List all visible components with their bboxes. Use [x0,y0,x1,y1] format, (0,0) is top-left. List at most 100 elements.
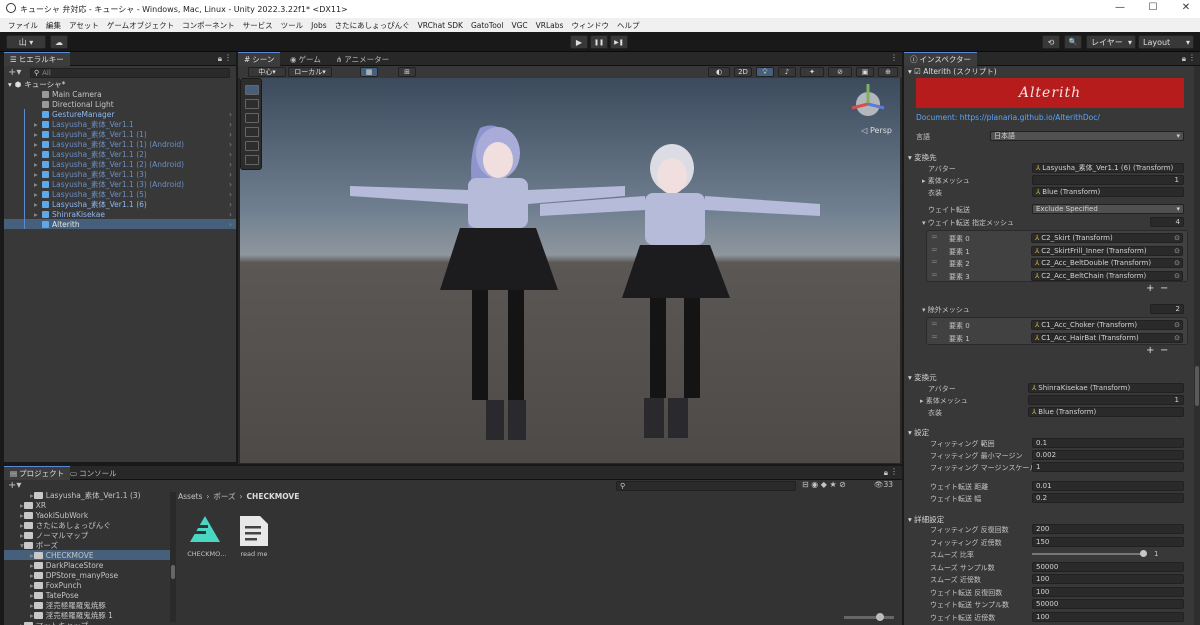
exclude-mesh-list-label[interactable]: ▾ 除外メッシュ [922,305,970,315]
project-folder-row[interactable]: ▸ DarkPlaceStore [4,560,170,570]
menu-item[interactable]: サービス [243,20,273,31]
breadcrumb-checkmove[interactable]: CHECKMOVE [247,492,300,501]
menu-item[interactable]: VGC [511,21,527,30]
toggle-2d-button[interactable]: 2D [734,67,752,77]
numeric-input[interactable]: 200 [1032,524,1184,534]
menu-item[interactable]: VRChat SDK [418,21,463,30]
tab-project[interactable]: ▤ プロジェクト [4,466,71,480]
pivot-dropdown[interactable]: 中心 ▾ [248,67,286,77]
weight-transfer-dropdown[interactable]: Exclude Specified ▾ [1032,204,1184,214]
hierarchy-row[interactable]: ▸ Lasyusha_素体_Ver1.1 (2) › [4,149,236,159]
close-button[interactable]: ✕ [1176,2,1196,13]
dest-body-count[interactable]: 1 [1032,175,1184,185]
chevron-right-icon[interactable]: › [229,140,232,149]
chevron-right-icon[interactable]: › [229,130,232,139]
chevron-right-icon[interactable]: › [229,120,232,129]
project-folder-row[interactable]: ▸ さたにあしょっぴんぐ [4,520,170,530]
project-folder-row[interactable]: ▸ ノーマルマップ [4,530,170,540]
chevron-right-icon[interactable]: › [229,150,232,159]
lock-icon[interactable]: 🔒︎ [1182,54,1186,64]
pause-button[interactable]: ❚❚ [590,35,608,49]
create-button[interactable]: +▾ [8,67,21,78]
dest-clothes-field[interactable]: ⅄ Blue (Transform) [1032,187,1184,197]
transform-tool-icon[interactable] [245,155,259,165]
menu-item[interactable]: Jobs [311,21,326,30]
element-object-field[interactable]: ⅄ C2_Acc_BeltDouble (Transform) ⊙ [1031,258,1183,268]
language-dropdown[interactable]: 日本語 ▾ [990,131,1184,141]
exclude-mesh-count[interactable]: 2 [1150,304,1184,314]
dest-body-label[interactable]: ▸ 素体メッシュ [922,176,970,186]
numeric-input[interactable]: 100 [1032,611,1184,622]
maximize-button[interactable]: ☐ [1143,2,1163,13]
menu-item[interactable]: ヘルプ [617,20,640,31]
object-picker-icon[interactable]: ⊙ [1174,247,1180,255]
menu-kebab-icon[interactable]: ⋮ [890,53,898,62]
menu-kebab-icon[interactable]: ⋮ [224,53,232,62]
project-folder-row[interactable]: ▸ XR [4,500,170,510]
tab-scene[interactable]: # シーン [238,52,281,66]
effects-dropdown[interactable]: ✦ [800,67,824,77]
numeric-input[interactable]: 100 [1032,586,1184,597]
list-element-row[interactable]: = 要素 2 ⅄ C2_Acc_BeltDouble (Transform) ⊙ [927,257,1189,269]
menu-item[interactable]: VRLabs [536,21,564,30]
hierarchy-row[interactable]: ▸ Lasyusha_素体_Ver1.1 (1) (Android) › [4,139,236,149]
camera-dropdown[interactable]: ▣ [856,67,874,77]
src-body-count[interactable]: 1 [1028,395,1184,405]
space-dropdown[interactable]: ローカル ▾ [288,67,332,77]
numeric-input[interactable]: 100 [1032,574,1184,584]
lock-icon[interactable]: 🔒︎ [884,468,888,478]
project-folder-row[interactable]: ▸ 淫売極羅羅鬼焼豚 [4,600,170,610]
draw-mode-button[interactable]: ◐ [708,67,730,77]
tab-animator[interactable]: ⋔ アニメーター [330,52,395,66]
numeric-input[interactable]: 50000 [1032,561,1184,572]
chevron-right-icon[interactable]: ▸ [34,180,38,189]
filter-icons[interactable]: ⊟ ◉ ◆ ★ ⊘ [802,480,846,489]
chevron-right-icon[interactable]: › [229,170,232,179]
rotate-tool-icon[interactable] [245,113,259,123]
chevron-right-icon[interactable]: › [229,110,232,119]
hierarchy-row[interactable]: ▸ Lasyusha_素体_Ver1.1 (6) › [4,199,236,209]
projection-label[interactable]: ◁ Persp [861,126,892,135]
object-picker-icon[interactable]: ⊙ [1174,321,1180,329]
chevron-right-icon[interactable]: ▸ [34,140,38,149]
project-folder-row[interactable]: ▸ 淫売極羅羅鬼焼豚 1 [4,610,170,620]
orientation-gizmo[interactable] [851,84,885,116]
src-clothes-field[interactable]: ⅄ Blue (Transform) [1028,407,1184,417]
lock-icon[interactable]: 🔒︎ [218,54,222,64]
menu-kebab-icon[interactable]: ⋮ [1188,53,1196,62]
project-folder-row[interactable]: ▾ ポーズ [4,540,170,550]
chevron-right-icon[interactable]: › [229,200,232,209]
menu-item[interactable]: アセット [69,20,99,31]
hierarchy-row[interactable]: ▸ Lasyusha_素体_Ver1.1 › [4,119,236,129]
menu-item[interactable]: GatoTool [471,21,504,30]
list-element-row[interactable]: = 要素 0 ⅄ C1_Acc_Choker (Transform) ⊙ [927,319,1189,331]
menu-item[interactable]: コンポーネント [182,20,235,31]
tab-console[interactable]: ▭ コンソール [64,466,123,480]
element-object-field[interactable]: ⅄ C2_Acc_BeltChain (Transform) ⊙ [1031,270,1183,281]
chevron-right-icon[interactable]: › [229,160,232,169]
increment-snap-button[interactable]: ⊞ [398,67,416,77]
object-picker-icon[interactable]: ⊙ [1174,234,1180,242]
minimize-button[interactable]: — [1110,2,1130,13]
lighting-toggle[interactable]: 💡︎ [756,67,774,77]
remove-element-button[interactable]: − [1160,283,1168,294]
src-body-label[interactable]: ▸ 素体メッシュ [920,396,968,406]
scale-tool-icon[interactable] [245,127,259,137]
inspector-scrollbar[interactable] [1194,66,1200,625]
hierarchy-row[interactable]: Main Camera [4,89,236,99]
visibility-toggle[interactable]: ⊘ [828,67,852,77]
advanced-section-header[interactable]: ▾ 詳細設定 [908,514,944,525]
dest-avatar-field[interactable]: ⅄ Lasyusha_素体_Ver1.1 (6) (Transform) [1032,163,1184,173]
hierarchy-row[interactable]: GestureManager › [4,109,236,119]
object-picker-icon[interactable]: ⊙ [1174,334,1180,342]
step-button[interactable]: ▶❚ [610,35,628,49]
project-folder-row[interactable]: ▸ マットキャップ [4,620,170,625]
menu-item[interactable]: ゲームオブジェクト [107,20,174,31]
tab-inspector[interactable]: ⓘ インスペクター [904,52,978,66]
menu-item[interactable]: ファイル [8,20,38,31]
src-avatar-field[interactable]: ⅄ ShinraKisekae (Transform) [1028,383,1184,393]
numeric-input[interactable]: 0.1 [1032,438,1184,448]
src-section-header[interactable]: ▾ 変換元 [908,372,937,383]
project-folder-row[interactable]: ▸ Lasyusha_素体_Ver1.1 (3) [4,490,170,500]
audio-toggle[interactable]: ♪ [778,67,796,77]
